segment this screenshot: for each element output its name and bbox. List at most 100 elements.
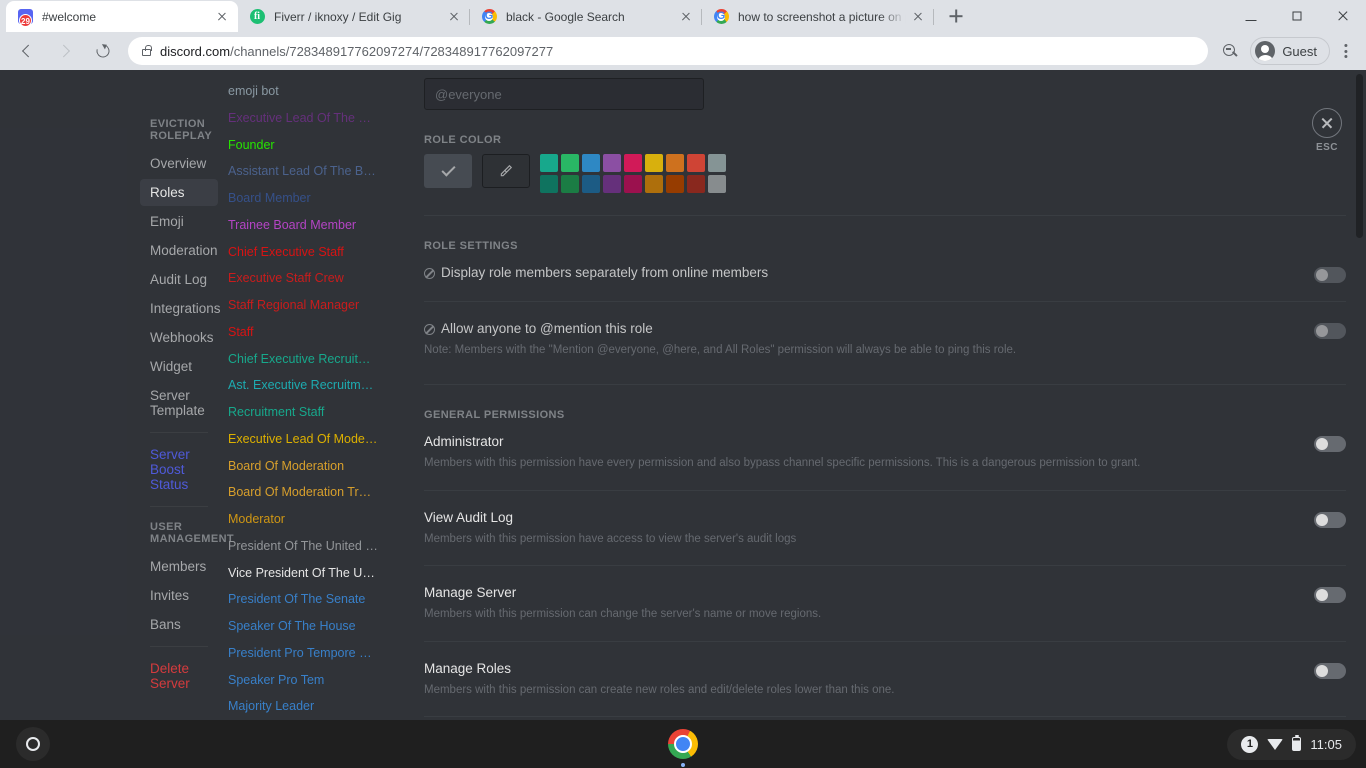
role-list-item[interactable]: Executive Lead Of Modera... — [218, 426, 388, 453]
permissions-list: Administrator Members with this permissio… — [424, 429, 1346, 720]
color-swatch[interactable] — [645, 154, 663, 172]
role-list-item[interactable]: Assistant Lead Of The Boa... — [218, 158, 388, 185]
role-list-item[interactable]: Ast. Executive Recruitmen... — [218, 372, 388, 399]
toggle-display-separately[interactable] — [1314, 267, 1346, 283]
launcher-icon[interactable] — [16, 727, 50, 761]
browser-tab-4[interactable]: how to screenshot a picture on p — [702, 1, 934, 32]
role-name-input[interactable]: @everyone — [424, 78, 704, 110]
maximize-icon[interactable] — [1274, 0, 1320, 32]
color-swatch[interactable] — [687, 175, 705, 193]
color-swatch[interactable] — [603, 175, 621, 193]
role-list-item[interactable]: Recruitment Staff — [218, 399, 388, 426]
role-list-item[interactable]: President Pro Tempore Of... — [218, 640, 388, 667]
color-swatch[interactable] — [687, 154, 705, 172]
close-icon[interactable] — [214, 9, 230, 25]
minimize-icon[interactable] — [1228, 0, 1274, 32]
browser-tab-2[interactable]: fi Fiverr / iknoxy / Edit Gig — [238, 1, 470, 32]
tab-title: Fiverr / iknoxy / Edit Gig — [274, 9, 402, 24]
color-swatch[interactable] — [645, 175, 663, 193]
sidebar-item-webhooks[interactable]: Webhooks — [140, 324, 218, 351]
permission-row: Manage Server Members with this permissio… — [424, 580, 1346, 626]
color-swatch[interactable] — [561, 154, 579, 172]
role-color-picker — [424, 154, 1346, 193]
role-list-item[interactable]: Majority Leader — [218, 693, 388, 720]
sidebar-item-delete-server[interactable]: Delete Server — [140, 655, 218, 697]
permission-toggle[interactable] — [1314, 662, 1346, 679]
forward-arrow-icon[interactable] — [51, 37, 79, 65]
close-icon[interactable] — [678, 9, 694, 25]
sidebar-item-integrations[interactable]: Integrations — [140, 295, 221, 322]
sidebar-item-audit-log[interactable]: Audit Log — [140, 266, 218, 293]
window-controls — [1228, 0, 1366, 32]
sidebar-item-invites[interactable]: Invites — [140, 582, 218, 609]
role-list-item[interactable]: President Of The Senate — [218, 586, 388, 613]
permission-description: Members with this permission have access… — [424, 532, 797, 545]
color-swatch[interactable] — [666, 154, 684, 172]
color-swatch[interactable] — [540, 175, 558, 193]
color-swatch[interactable] — [624, 154, 642, 172]
status-tray[interactable]: 1 11:05 — [1227, 728, 1356, 760]
sidebar-item-members[interactable]: Members — [140, 553, 218, 580]
close-icon[interactable] — [910, 9, 926, 25]
color-swatch[interactable] — [708, 175, 726, 193]
sidebar-item-overview[interactable]: Overview — [140, 150, 218, 177]
role-list-item[interactable]: Board Of Moderation Trai... — [218, 479, 388, 506]
close-icon[interactable] — [446, 9, 462, 25]
sidebar-item-emoji[interactable]: Emoji — [140, 208, 218, 235]
browser-tab-1[interactable]: 29 #welcome — [6, 1, 238, 32]
role-list-item[interactable]: Executive Staff Crew — [218, 265, 388, 292]
reload-icon[interactable] — [89, 37, 117, 65]
esc-label: ESC — [1315, 142, 1339, 153]
sidebar-item-bans[interactable]: Bans — [140, 611, 218, 638]
color-swatch[interactable] — [582, 175, 600, 193]
role-list-item[interactable]: Board Member — [218, 185, 388, 212]
general-permissions-label: GENERAL PERMISSIONS — [424, 409, 565, 422]
profile-button[interactable]: Guest — [1250, 37, 1330, 65]
role-list-item[interactable]: Chief Executive Recruitme... — [218, 346, 388, 373]
toggle-allow-mention[interactable] — [1314, 323, 1346, 339]
color-swatch[interactable] — [624, 175, 642, 193]
role-list-item[interactable]: Chief Executive Staff — [218, 239, 388, 266]
role-color-label: ROLE COLOR — [424, 134, 502, 146]
zoom-out-icon[interactable] — [1218, 39, 1242, 63]
setting-label: Allow anyone to @mention this role — [441, 321, 653, 336]
color-swatch[interactable] — [603, 154, 621, 172]
role-list-item[interactable]: Executive Lead Of The Bo... — [218, 105, 388, 132]
close-window-icon[interactable] — [1320, 0, 1366, 32]
default-color-swatch[interactable] — [424, 154, 472, 188]
sidebar-item-server-boost-status[interactable]: Server Boost Status — [140, 441, 218, 498]
close-modal-button[interactable]: ESC — [1312, 108, 1342, 153]
permission-row: Manage Roles Members with this permission… — [424, 656, 1346, 702]
eyedropper-icon[interactable] — [482, 154, 530, 188]
color-swatch[interactable] — [666, 175, 684, 193]
sidebar-item-server-template[interactable]: Server Template — [140, 382, 218, 424]
role-list-item[interactable]: Staff — [218, 319, 388, 346]
new-tab-button[interactable] — [942, 2, 970, 30]
browser-tab-3[interactable]: black - Google Search — [470, 1, 702, 32]
role-list-item[interactable]: President Of The United S... — [218, 533, 388, 560]
back-arrow-icon[interactable] — [13, 37, 41, 65]
sidebar-item-moderation[interactable]: Moderation — [140, 237, 218, 264]
kebab-menu-icon[interactable] — [1334, 37, 1358, 65]
role-list-item[interactable]: emoji bot — [218, 78, 388, 105]
permission-toggle[interactable] — [1314, 436, 1346, 453]
role-list-item[interactable]: Speaker Pro Tem — [218, 667, 388, 694]
page-scrollbar[interactable] — [1356, 74, 1363, 238]
color-swatch[interactable] — [582, 154, 600, 172]
color-swatch[interactable] — [540, 154, 558, 172]
role-list-item[interactable]: Trainee Board Member — [218, 212, 388, 239]
role-list-item[interactable]: Vice President Of The USA — [218, 560, 388, 587]
permission-toggle[interactable] — [1314, 511, 1346, 528]
color-swatch[interactable] — [708, 154, 726, 172]
role-list-item[interactable]: Board Of Moderation — [218, 453, 388, 480]
sidebar-item-roles[interactable]: Roles — [140, 179, 218, 206]
role-list-item[interactable]: Founder — [218, 132, 388, 159]
sidebar-item-widget[interactable]: Widget — [140, 353, 218, 380]
role-list-item[interactable]: Speaker Of The House — [218, 613, 388, 640]
role-list-item[interactable]: Moderator — [218, 506, 388, 533]
permission-toggle[interactable] — [1314, 587, 1346, 604]
chrome-icon[interactable] — [668, 729, 698, 767]
color-swatch[interactable] — [561, 175, 579, 193]
address-bar[interactable]: discord.com/channels/728348917762097274/… — [128, 37, 1209, 65]
role-list-item[interactable]: Staff Regional Manager — [218, 292, 388, 319]
